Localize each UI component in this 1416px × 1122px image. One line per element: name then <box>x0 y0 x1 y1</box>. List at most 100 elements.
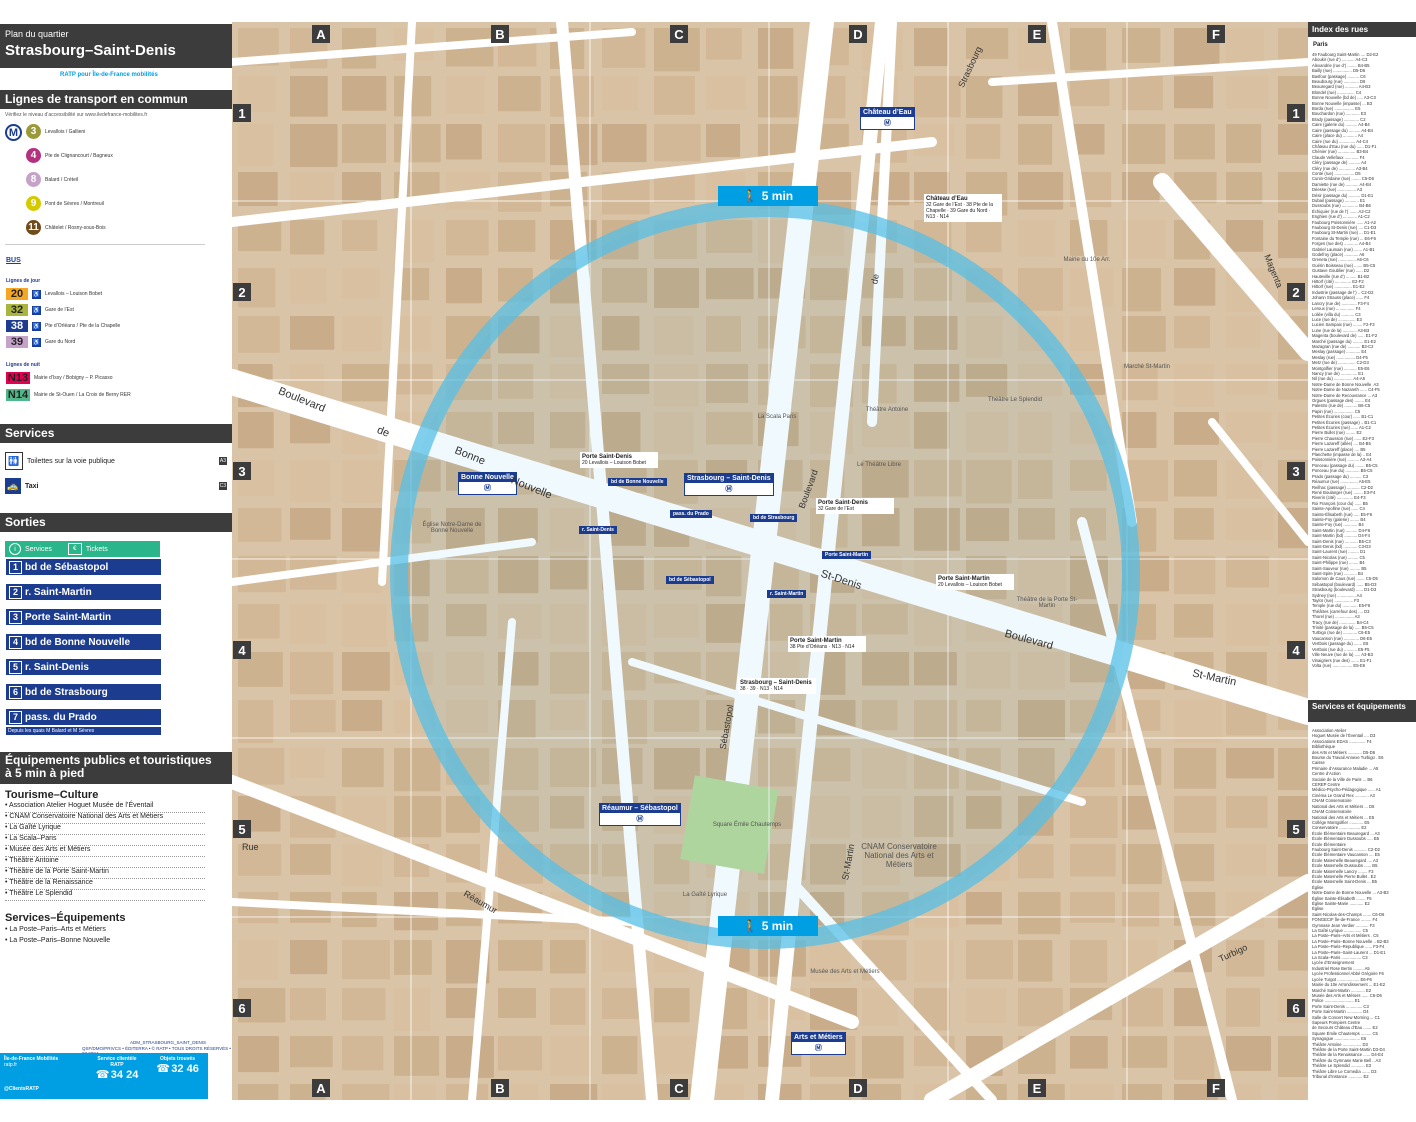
city-block <box>1278 556 1325 594</box>
metro-line-destination: Levallois / Gallieni <box>45 128 86 135</box>
city-block <box>602 988 639 1019</box>
exit-number: 5 <box>9 660 22 674</box>
metro-station-label[interactable]: Strasbourg – Saint-Denis Ⓜ <box>684 473 774 496</box>
exit-tag[interactable]: bd de Sébastopol <box>666 576 714 584</box>
phone-icon: ☎ <box>156 1063 170 1075</box>
tourisme-item: • Théâtre Antoine <box>5 857 220 864</box>
bus-stop-card[interactable]: Porte Saint-Denis 20 Levallois – Louison … <box>580 452 658 468</box>
metro-icon: Ⓜ <box>636 816 644 823</box>
city-block <box>290 316 335 350</box>
city-block <box>290 940 328 975</box>
city-block <box>446 76 485 114</box>
contact-ratp[interactable]: Service clientèle RATP ☎ 34 24 <box>92 1056 142 1081</box>
contact-lost[interactable]: Objets trouvés ☎ 32 46 <box>150 1056 205 1075</box>
city-block <box>1070 940 1108 983</box>
city-block <box>706 124 741 158</box>
tourisme-item: • La Scala–Paris <box>5 835 220 842</box>
city-block <box>1278 220 1319 259</box>
city-block <box>1122 844 1162 885</box>
accessibility-icon: ♿ <box>32 289 41 299</box>
street-label: de <box>869 273 881 285</box>
bus-line-badge: 32 <box>6 304 28 316</box>
exit-6[interactable]: 6 bd de Strasbourg <box>6 684 161 700</box>
list-leader <box>5 900 205 901</box>
metro-line-badge: 3 <box>26 124 41 139</box>
city-block <box>238 940 278 980</box>
city-block <box>290 124 338 167</box>
station-name: Bonne Nouvelle <box>459 473 516 482</box>
tourisme-item-label: Théâtre de la Porte Saint-Martin <box>9 868 109 875</box>
bus-stop-card[interactable]: Porte Saint-Martin 20 Levallois – Louison… <box>936 574 1014 590</box>
grid-row-label: 2 <box>233 283 251 301</box>
city-block <box>446 1084 488 1122</box>
exit-tag[interactable]: r. Saint-Martin <box>767 590 807 598</box>
city-block <box>394 1036 440 1076</box>
bus-stop-card[interactable]: Château d’Eau 32 Gare de l’Est · 38 Pte d… <box>924 194 1002 222</box>
city-block <box>1018 844 1054 879</box>
city-block <box>342 124 387 163</box>
city-block <box>1174 460 1218 497</box>
metro-line-badge: 4 <box>26 148 41 163</box>
exit-tag[interactable]: r. Saint-Denis <box>579 526 617 534</box>
services-item-taxi: 🚕 Taxi C3 <box>5 478 227 494</box>
exit-7[interactable]: 7 pass. du Prado <box>6 709 161 725</box>
bus-stop-card[interactable]: Porte Saint-Denis 32 Gare de l’Est <box>816 498 894 514</box>
city-block <box>394 748 441 792</box>
exit-2[interactable]: 2 r. Saint-Martin <box>6 584 161 600</box>
contact-idfm[interactable]: Île-de-France Mobilités ratp.fr @Clients… <box>4 1056 62 1092</box>
map-canvas[interactable] <box>219 10 1326 1122</box>
city-block <box>758 124 801 158</box>
metro-station-label[interactable]: Arts et Métiers Ⓜ <box>791 1032 846 1055</box>
bus-line-badge: 20 <box>6 288 28 300</box>
metro-line-row: 9 Pont de Sèvres / Montreuil <box>26 196 104 211</box>
exit-number: 1 <box>9 560 22 574</box>
exit-1[interactable]: 1 bd de Sébastopol <box>6 559 161 575</box>
accessibility-icon: ♿ <box>32 321 41 331</box>
city-block <box>342 1036 384 1071</box>
sorties-header: i Services € Tickets <box>5 541 160 557</box>
exit-tag[interactable]: Porte Saint-Martin <box>822 551 872 559</box>
metro-line-destination: Pont de Sèvres / Montreuil <box>45 200 104 207</box>
city-block <box>342 76 387 111</box>
metro-station-label[interactable]: Château d’Eau Ⓜ <box>860 107 915 130</box>
exit-tag[interactable]: bd de Strasbourg <box>750 514 798 522</box>
phone-icon: ☎ <box>95 1069 110 1081</box>
bus-stop-card[interactable]: Strasbourg – Saint-Denis 38 · 39 · N13 · … <box>738 678 816 694</box>
page-kicker: Plan du quartier <box>5 29 69 39</box>
bus-line-row: 32 ♿ Gare de l’Est <box>6 304 74 316</box>
exit-tag[interactable]: bd de Bonne Nouvelle <box>608 478 667 486</box>
exit-5[interactable]: 5 r. Saint-Denis <box>6 659 161 675</box>
sorties-services-label: Services <box>25 545 52 553</box>
city-block <box>758 28 794 69</box>
taxi-icon: 🚕 <box>5 478 21 494</box>
grid-col-label: F <box>1207 25 1225 43</box>
city-block <box>1018 892 1061 935</box>
city-block <box>1278 748 1315 791</box>
city-block <box>1226 844 1267 877</box>
bus-stop-card[interactable]: Porte Saint-Martin 38 Pte d’Orléans · N13… <box>788 636 866 652</box>
metro-station-label[interactable]: Réaumur – Sébastopol Ⓜ <box>599 803 681 826</box>
poi-label: Musée des Arts et Métiers <box>810 969 880 975</box>
tourisme-item: • Théâtre Le Splendid <box>5 890 220 897</box>
grid-col-label: A <box>312 1079 330 1097</box>
city-block <box>1278 124 1313 155</box>
city-block <box>1226 76 1269 109</box>
exit-label: bd de Sébastopol <box>25 561 109 573</box>
city-block <box>966 988 1007 1024</box>
grid-row-label: 1 <box>233 104 251 122</box>
station-name: Château d’Eau <box>861 108 914 117</box>
neighbourhood-map[interactable]: 🚶 5 min 🚶 5 min Château d’Eau Ⓜ Bonne Nouvel… <box>219 10 1326 1122</box>
toilets-icon: 🚻 <box>5 452 23 470</box>
exit-4[interactable]: 4 bd de Bonne Nouvelle <box>6 634 161 650</box>
bus-line-badge: N13 <box>6 372 30 384</box>
grid-col-label: E <box>1028 25 1046 43</box>
city-block <box>290 604 327 644</box>
exit-3[interactable]: 3 Porte Saint-Martin <box>6 609 161 625</box>
city-block <box>1174 316 1210 349</box>
bus-stop-lines: 32 Gare de l’Est <box>818 506 854 512</box>
metro-station-label[interactable]: Bonne Nouvelle Ⓜ <box>458 472 517 495</box>
city-block <box>342 316 383 352</box>
city-block <box>1018 172 1064 210</box>
exit-tag[interactable]: pass. du Prado <box>670 510 712 518</box>
footer-code: ADM_STRASBOURG_SAINT_DENIS <box>130 1040 207 1045</box>
